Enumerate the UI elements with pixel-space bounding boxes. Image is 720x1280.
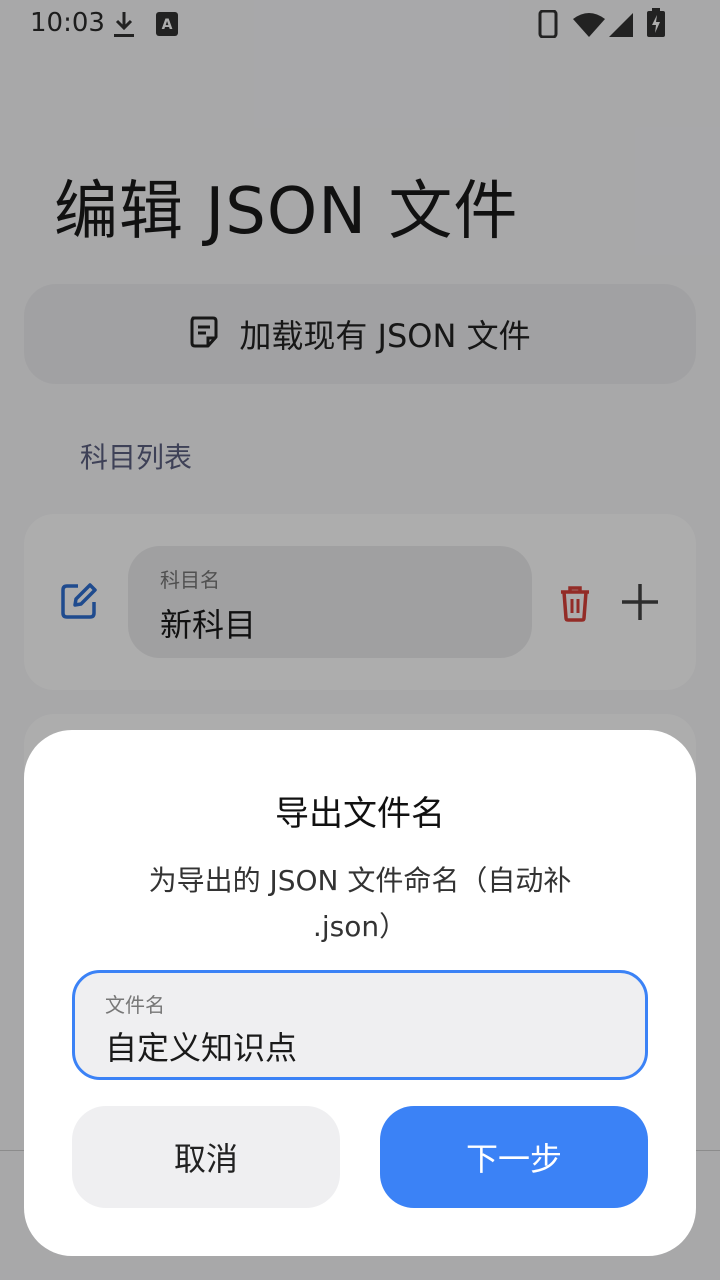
filename-input-label: 文件名 — [105, 993, 165, 1017]
cancel-button[interactable]: 取消 — [72, 1106, 340, 1208]
filename-input-value: 自定义知识点 — [105, 1029, 298, 1067]
export-filename-dialog: 导出文件名 为导出的 JSON 文件命名（自动补 .json） 文件名 自定义知… — [24, 730, 696, 1256]
dialog-title: 导出文件名 — [275, 794, 445, 834]
dialog-description: 为导出的 JSON 文件命名（自动补 .json） — [148, 864, 572, 943]
filename-input[interactable]: 文件名 自定义知识点 — [72, 970, 648, 1080]
app-screen: 10:03 A 编辑 JSON 文件 加载现有 JSON 文件 科目列表 科目名… — [0, 0, 720, 1280]
next-button[interactable]: 下一步 — [380, 1106, 648, 1208]
